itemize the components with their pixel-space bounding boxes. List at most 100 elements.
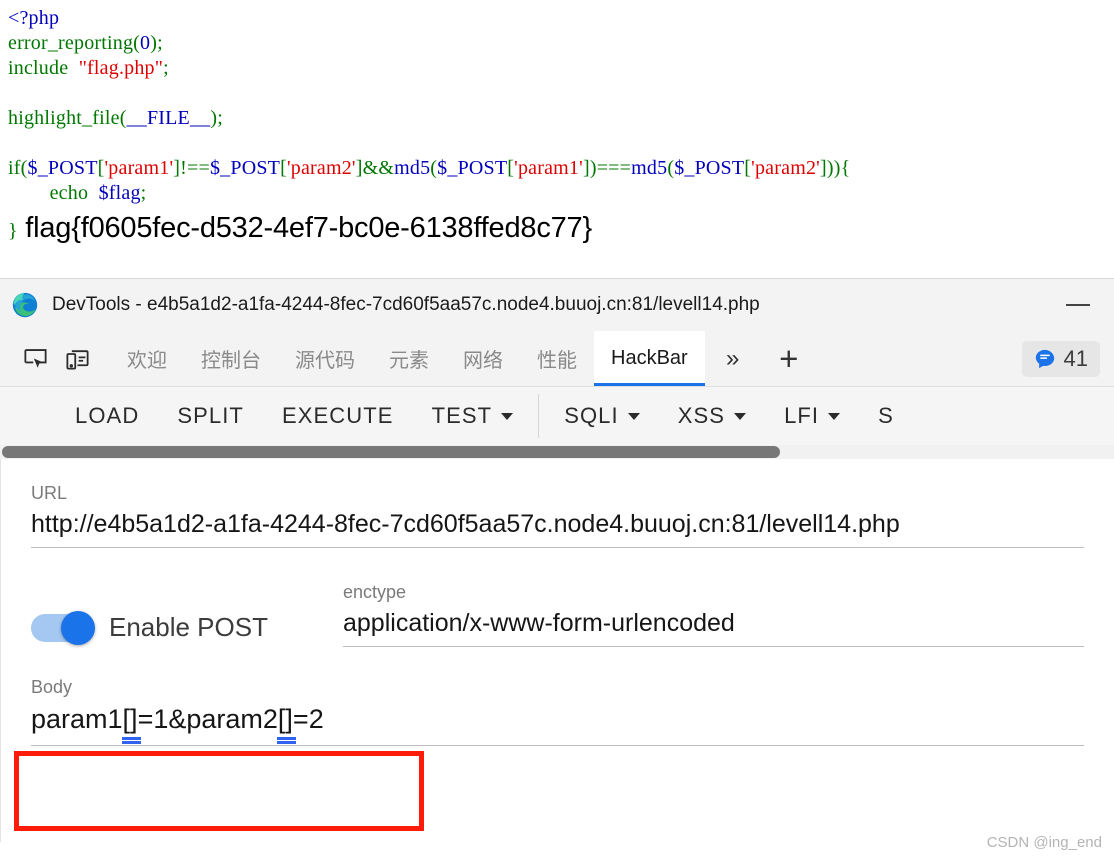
enctype-label: enctype [343, 582, 407, 602]
php-code-line: error_reporting(0); [8, 31, 1114, 56]
php-token: ; [163, 57, 169, 79]
php-token [88, 182, 98, 204]
php-token: $_POST [674, 157, 745, 179]
php-token: ; [217, 107, 224, 129]
body-field-group: Body param1[]=1&param2[]=2 [1, 647, 1114, 746]
php-token: ; [140, 182, 147, 204]
chevron-down-icon [734, 412, 747, 420]
php-token: $_POST [209, 157, 281, 179]
php-token: "flag.php" [78, 57, 164, 79]
tab-label: 元素 [389, 350, 429, 372]
php-token: { [840, 157, 851, 179]
php-code-line: if($_POST['param1']!==$_POST['param2']&&… [8, 156, 1114, 181]
sqli-dropdown[interactable]: SQLI [545, 403, 659, 429]
php-token: ] [582, 157, 590, 179]
php-token: __FILE__ [126, 107, 211, 129]
tab-console[interactable]: 控制台 [184, 331, 278, 386]
php-code-block: <?php error_reporting(0); include "flag.ph… [8, 6, 1114, 206]
window-title: DevTools - e4b5a1d2-a1fa-4244-8fec-7cd60… [52, 294, 760, 315]
php-token: && [362, 157, 395, 179]
body-label: Body [31, 677, 73, 697]
issues-message-icon [1035, 349, 1054, 368]
php-token: 0 [140, 32, 151, 54]
chevron-double-right-icon[interactable]: » [705, 331, 761, 386]
php-token: ) [589, 157, 597, 179]
tab-label: 控制台 [201, 350, 261, 372]
body-text: =1&param2 [137, 704, 278, 734]
add-tab-plus-icon[interactable]: + [761, 331, 817, 386]
load-button[interactable]: LOAD [56, 403, 158, 429]
post-row: Enable POST enctype application/x-www-fo… [1, 548, 1114, 647]
php-token: highlight_file [8, 107, 120, 129]
button-label: LOAD [75, 403, 140, 428]
devtools-window: DevTools - e4b5a1d2-a1fa-4244-8fec-7cd60… [0, 278, 1114, 857]
enctype-input[interactable]: application/x-www-form-urlencoded [343, 609, 1084, 647]
spellcheck-marked-text: [] [121, 704, 141, 740]
php-code-line [8, 81, 1114, 106]
php-token: 'param2' [286, 157, 356, 179]
php-token: [ [280, 157, 287, 179]
horizontal-scrollbar-thumb[interactable] [2, 446, 780, 458]
split-button[interactable]: SPLIT [158, 403, 263, 429]
devtools-tabstrip: 欢迎 控制台 源代码 元素 网络 性能 HackBar » + 41 [0, 331, 1114, 387]
tab-label: 欢迎 [127, 350, 167, 372]
url-field-group: URL http://e4b5a1d2-a1fa-4244-8fec-7cd60… [1, 459, 1114, 548]
php-code-line: <?php [8, 6, 1114, 31]
chevron-down-icon [501, 412, 514, 420]
button-label: SQLI [564, 403, 619, 428]
device-toolbar-icon[interactable] [56, 331, 98, 386]
chevron-down-icon [627, 412, 640, 420]
toolbar-divider [538, 394, 540, 438]
tab-welcome[interactable]: 欢迎 [110, 331, 184, 386]
url-input[interactable]: http://e4b5a1d2-a1fa-4244-8fec-7cd60f5aa… [31, 510, 1084, 548]
php-token: ( [20, 157, 28, 179]
flag-output-line: } flag{f0605fec-d532-4ef7-bc0e-6138ffed8… [8, 212, 592, 245]
php-code-line: echo $flag; [8, 181, 1114, 206]
execute-button[interactable]: EXECUTE [263, 403, 413, 429]
test-dropdown[interactable]: TEST [413, 403, 533, 429]
url-label: URL [31, 483, 68, 503]
minimize-button[interactable] [1066, 304, 1090, 306]
button-label: LFI [784, 403, 820, 428]
tab-sources[interactable]: 源代码 [278, 331, 372, 386]
php-token: ] [355, 157, 363, 179]
php-token [68, 57, 78, 79]
tab-label: 网络 [463, 350, 503, 372]
enable-post-toggle[interactable] [31, 610, 95, 645]
overflow-cut-button[interactable]: S [859, 403, 894, 429]
php-token: ] [819, 157, 827, 179]
tab-hackbar[interactable]: HackBar [594, 331, 705, 386]
php-token: error_reporting [8, 32, 134, 54]
php-code-line [8, 131, 1114, 156]
tab-label: HackBar [611, 347, 688, 369]
php-token: $flag [98, 182, 141, 204]
inspect-element-icon[interactable] [14, 331, 56, 386]
php-token: 'param1' [514, 157, 583, 179]
hackbar-form: URL http://e4b5a1d2-a1fa-4244-8fec-7cd60… [0, 459, 1114, 842]
flag-text: flag{f0605fec-d532-4ef7-bc0e-6138ffed8c7… [25, 212, 592, 244]
lfi-dropdown[interactable]: LFI [765, 403, 859, 429]
enable-post-toggle-group[interactable]: Enable POST [31, 610, 343, 647]
php-token: !== [180, 157, 210, 179]
php-token: $_POST [27, 157, 98, 179]
button-label: EXECUTE [281, 403, 394, 428]
tab-elements[interactable]: 元素 [372, 331, 446, 386]
button-label: SPLIT [177, 403, 244, 428]
body-input[interactable]: param1[]=1&param2[]=2 [31, 704, 1084, 746]
chevron-down-icon [828, 412, 841, 420]
body-text: =2 [292, 704, 324, 734]
php-token: )) [826, 157, 841, 179]
horizontal-scrollbar-track[interactable] [0, 445, 1114, 459]
issues-badge[interactable]: 41 [1021, 340, 1100, 377]
tab-performance[interactable]: 性能 [520, 331, 594, 386]
php-token: 'param2' [751, 157, 820, 179]
devtools-titlebar: DevTools - e4b5a1d2-a1fa-4244-8fec-7cd60… [0, 279, 1114, 331]
php-token: <?php [8, 7, 60, 29]
hackbar-toolbar: LOAD SPLIT EXECUTE TEST SQLI XSS LFI S [0, 387, 1114, 445]
php-token: md5 [394, 157, 431, 179]
xss-dropdown[interactable]: XSS [659, 403, 765, 429]
tab-network[interactable]: 网络 [446, 331, 520, 386]
tab-label: 性能 [537, 350, 577, 372]
issues-count: 41 [1063, 345, 1088, 371]
php-token: ( [119, 107, 127, 129]
